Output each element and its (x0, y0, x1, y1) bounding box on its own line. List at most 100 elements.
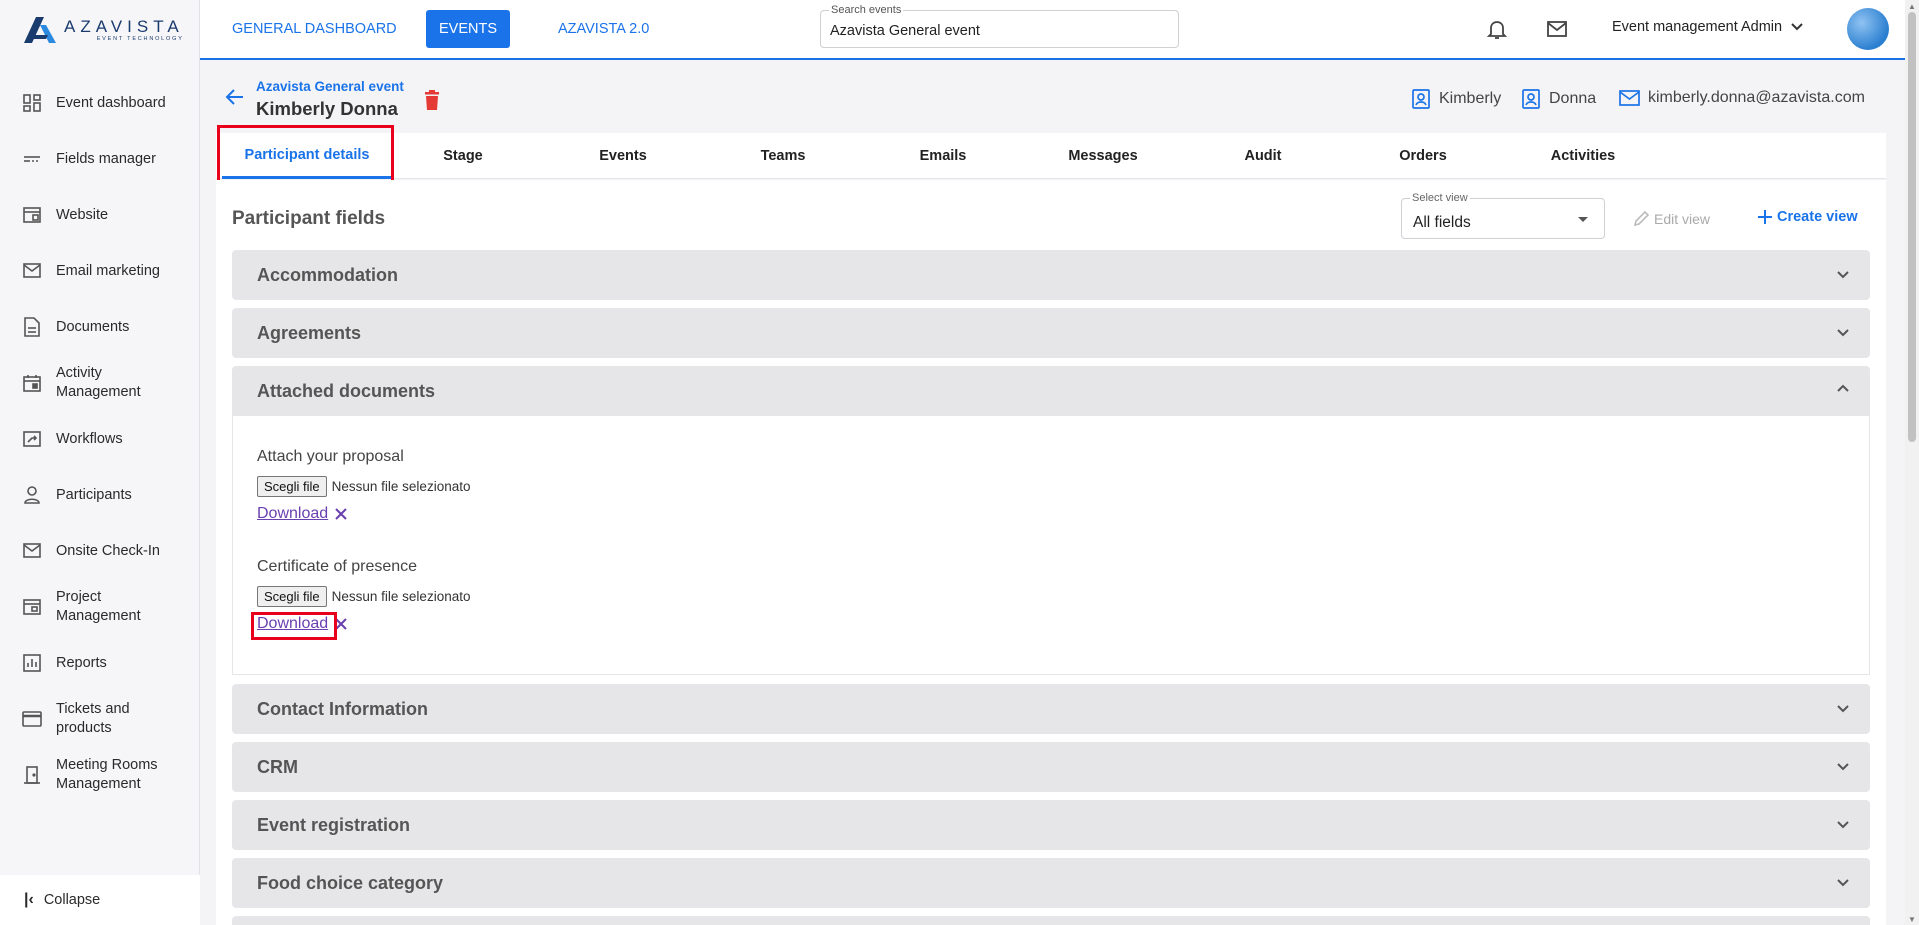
bell-icon[interactable] (1485, 17, 1509, 41)
person-icon (22, 485, 42, 505)
chevron-up-icon (1837, 384, 1849, 392)
remove-file-icon[interactable] (334, 617, 348, 631)
breadcrumb-event[interactable]: Azavista General event (256, 79, 404, 94)
download-link[interactable]: Download (257, 615, 328, 633)
accordion-accommodation[interactable]: Accommodation (232, 250, 1870, 300)
card-icon (22, 709, 42, 729)
scroll-up-icon[interactable]: ▲ (1908, 2, 1916, 11)
sidebar-item-fields-manager[interactable]: Fields manager (0, 131, 200, 187)
search-input[interactable]: Search events Azavista General event (820, 4, 1179, 48)
delete-icon[interactable] (424, 90, 444, 112)
sidebar-item-website[interactable]: Website (0, 187, 200, 243)
accordion-agreements[interactable]: Agreements (232, 308, 1870, 358)
tab-teams[interactable]: Teams (728, 133, 838, 179)
create-view-label: Create view (1777, 209, 1858, 225)
pencil-icon (1633, 210, 1650, 227)
tab-azavista-2[interactable]: AZAVISTA 2.0 (546, 10, 661, 48)
avatar[interactable] (1847, 8, 1889, 50)
user-name: Event management Admin (1612, 19, 1783, 35)
user-menu[interactable]: Event management Admin (1612, 19, 1804, 35)
attached-documents-body (232, 416, 1870, 675)
sidebar-item-workflows[interactable]: Workflows (0, 411, 200, 467)
scroll-down-icon[interactable]: ▼ (1908, 915, 1916, 924)
accordion-title: Agreements (257, 323, 362, 343)
calendar-icon (22, 373, 42, 393)
sidebar-item-label: Activity Management (56, 365, 141, 400)
tab-participant-details[interactable]: Participant details (222, 133, 392, 179)
scroll-thumb[interactable] (1908, 12, 1916, 442)
tab-audit[interactable]: Audit (1208, 133, 1318, 179)
page-scrollbar[interactable]: ▲ ▼ (1905, 0, 1919, 925)
sidebar-item-label: Workflows (56, 430, 123, 447)
sidebar-item-label: Reports (56, 654, 107, 671)
plus-icon (1758, 210, 1772, 224)
select-view-dropdown[interactable]: Select view All fields (1401, 192, 1605, 239)
accordion-crm[interactable]: CRM (232, 742, 1870, 792)
sidebar-item-documents[interactable]: Documents (0, 299, 200, 355)
download-link[interactable]: Download (257, 505, 328, 523)
mail-icon[interactable] (1545, 17, 1569, 41)
choose-file-button[interactable]: Scegli file (257, 476, 327, 497)
sidebar-item-meeting-rooms-management[interactable]: Meeting Rooms Management (0, 747, 200, 803)
no-file-text: Nessun file selezionato (331, 589, 471, 604)
email-text: kimberly.donna@azavista.com (1648, 89, 1865, 106)
sidebar-item-project-management[interactable]: Project Management (0, 579, 200, 635)
fields-icon (22, 149, 42, 169)
collapse-icon: |‹ (24, 891, 34, 908)
caret-down-icon (1578, 217, 1588, 222)
contact-card-icon (1522, 89, 1540, 109)
logo-name: AZAVISTA (64, 16, 184, 36)
azavista-logo[interactable]: AZAVISTA EVENT TECHNOLOGY (24, 16, 184, 44)
sidebar-item-email-marketing[interactable]: Email marketing (0, 243, 200, 299)
sidebar-item-label: Meeting Rooms Management (56, 757, 158, 792)
sidebar-item-onsite-check-in[interactable]: Onsite Check-In (0, 523, 200, 579)
sidebar-item-label: Onsite Check-In (56, 542, 160, 559)
document-icon (22, 317, 42, 337)
contact-email[interactable]: kimberly.donna@azavista.com (1619, 89, 1865, 107)
collapse-label: Collapse (43, 892, 101, 908)
accordion-title: Attached documents (257, 381, 436, 401)
accordion-next-partial[interactable] (232, 916, 1870, 925)
accordion-contact-information[interactable]: Contact Information (232, 684, 1870, 734)
back-arrow-icon[interactable] (224, 86, 248, 110)
workflow-icon (22, 429, 42, 449)
tab-messages[interactable]: Messages (1048, 133, 1158, 179)
tab-events[interactable]: Events (568, 133, 678, 179)
dashboard-icon (22, 93, 42, 113)
edit-view-button[interactable]: Edit view (1632, 210, 1710, 228)
tab-stage[interactable]: Stage (408, 133, 518, 179)
create-view-button[interactable]: Create view (1757, 209, 1858, 225)
accordion-attached-documents[interactable]: Attached documents (232, 366, 1870, 416)
collapse-button[interactable]: |‹ Collapse (0, 875, 200, 925)
file-input-certificate[interactable]: Scegli file Nessun file selezionato (257, 586, 470, 607)
sidebar-item-label: Fields manager (56, 150, 156, 167)
tab-emails[interactable]: Emails (888, 133, 998, 179)
sidebar-item-tickets-and-products[interactable]: Tickets and products (0, 691, 200, 747)
accordion-title: CRM (257, 757, 298, 777)
door-icon (22, 765, 42, 785)
tab-general-dashboard[interactable]: GENERAL DASHBOARD (220, 10, 409, 48)
mail-icon (22, 541, 42, 561)
accordion-title: Food choice category (257, 873, 444, 893)
select-view-label: Select view (1410, 192, 1470, 204)
sidebar-item-activity-management[interactable]: Activity Management (0, 355, 200, 411)
choose-file-button[interactable]: Scegli file (257, 586, 327, 607)
logo-mark-icon (24, 17, 56, 43)
accordion-event-registration[interactable]: Event registration (232, 800, 1870, 850)
sidebar-item-reports[interactable]: Reports (0, 635, 200, 691)
file-input-proposal[interactable]: Scegli file Nessun file selezionato (257, 476, 470, 497)
sidebar-item-label: Project Management (56, 589, 141, 624)
chevron-down-icon (1837, 879, 1849, 887)
chart-icon (22, 653, 42, 673)
accordion-food-choice-category[interactable]: Food choice category (232, 858, 1870, 908)
sidebar-item-participants[interactable]: Participants (0, 467, 200, 523)
tab-orders[interactable]: Orders (1368, 133, 1478, 179)
search-value: Azavista General event (830, 23, 980, 39)
project-icon (22, 597, 42, 617)
edit-view-label: Edit view (1654, 211, 1711, 227)
tab-activities[interactable]: Activities (1528, 133, 1638, 179)
sidebar-item-event-dashboard[interactable]: Event dashboard (0, 75, 200, 131)
tab-events[interactable]: EVENTS (426, 10, 510, 48)
sidebar-item-label: Event dashboard (56, 94, 166, 111)
remove-file-icon[interactable] (334, 507, 348, 521)
